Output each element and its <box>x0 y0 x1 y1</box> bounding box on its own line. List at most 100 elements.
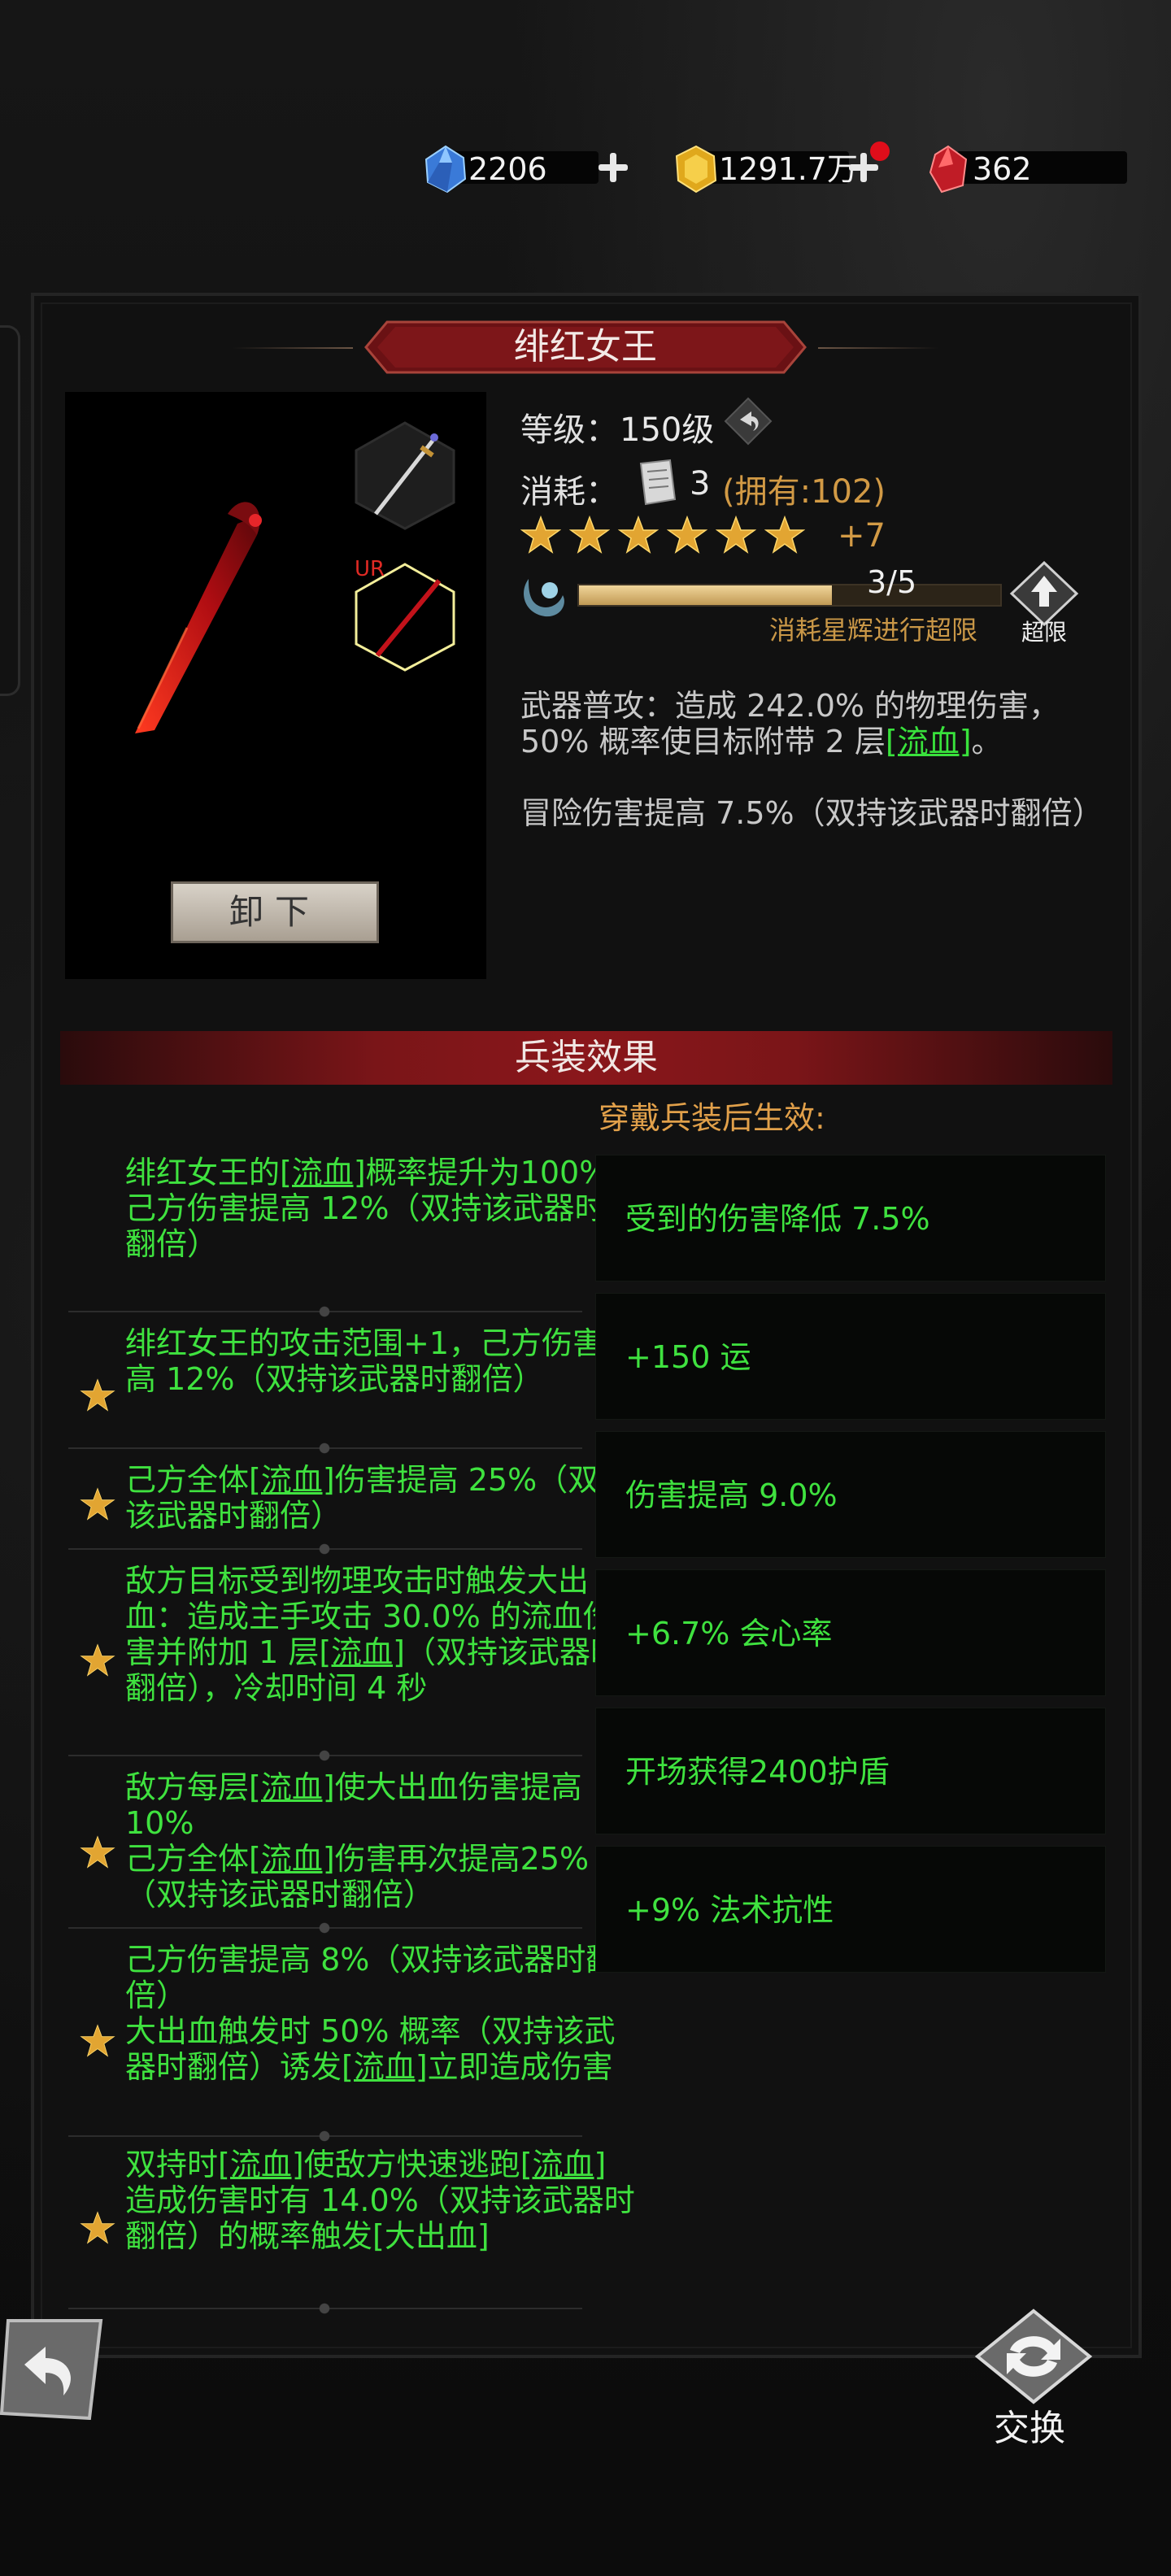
cost-owned: (拥有:102) <box>722 473 886 511</box>
effect-bonus-box: 伤害提高 9.0% <box>595 1431 1106 1558</box>
effect-text: 双持时[流血]使敌方快速逃跑[流血]造成伤害时有 14.0%（双持该武器时翻倍）… <box>125 2147 636 2254</box>
bleed-link[interactable]: [流血] <box>520 2147 607 2182</box>
star-bonus: +7 <box>838 517 886 555</box>
overlimit-progress-bar <box>577 584 1002 607</box>
star-icon <box>618 516 659 554</box>
effect-line: 绯红女王的攻击范围+1，己方伤害提高 12%（双持该武器时翻倍） <box>125 1325 635 1397</box>
unequip-button[interactable]: 卸下 <box>171 881 379 943</box>
effect-bonus-text: 受到的伤害降低 7.5% <box>625 1201 930 1237</box>
currency-red-crystal[interactable]: 362 <box>924 143 1127 194</box>
effect-bonus-text: +150 运 <box>625 1339 751 1375</box>
star-icon <box>80 1487 115 1521</box>
effects-banner: 兵装效果 <box>60 1031 1112 1085</box>
effects-title: 兵装效果 <box>515 1037 658 1078</box>
effect-bonus-box: 开场获得2400护盾 <box>595 1708 1106 1834</box>
effect-bonus-text: +9% 法术抗性 <box>625 1892 834 1928</box>
effect-line: 绯红女王的[流血]概率提升为100% <box>125 1155 609 1190</box>
star-icon <box>667 516 707 554</box>
effect-bonus-box: +150 运 <box>595 1293 1106 1420</box>
cost-count: 3 <box>690 465 711 503</box>
attack-description: 武器普攻：造成 242.0% 的物理伤害， 50% 概率使目标附带 2 层[流血… <box>520 688 1106 759</box>
back-button[interactable] <box>0 2314 106 2420</box>
attack-desc-line-2: 50% 概率使目标附带 2 层[流血]。 <box>520 724 1106 759</box>
gold-coin-icon <box>675 145 717 194</box>
bleed-link[interactable]: [流血] <box>249 1462 335 1498</box>
effect-bonus-box: +9% 法术抗性 <box>595 1846 1106 1973</box>
bleed-link[interactable]: [流血] <box>249 1769 335 1805</box>
swap-icon[interactable] <box>973 2308 1095 2405</box>
effects-subtitle: 穿戴兵装后生效: <box>599 1100 825 1136</box>
currency-diamond[interactable]: 2206 <box>420 143 655 194</box>
title-banner: 绯红女王 <box>363 319 808 376</box>
effect-bonus-text: 开场获得2400护盾 <box>625 1754 890 1790</box>
effect-item: 己方伤害提高 8%（双持该武器时翻倍） 大出血触发时 50% 概率（双持该武器时翻… <box>65 1942 616 2121</box>
effect-text: 己方全体[流血]伤害提高 25%（双持该武器时翻倍） <box>125 1462 636 1534</box>
effect-line: 敌方每层[流血]使大出血伤害提高10% <box>125 1769 582 1841</box>
bleed-link[interactable]: [流血] <box>342 2049 428 2085</box>
effect-bonus-text: +6.7% 会心率 <box>625 1616 833 1651</box>
star-icon <box>716 516 756 554</box>
slot-main-weapon[interactable]: UR <box>348 551 462 673</box>
overlimit-label[interactable]: 超限 <box>1021 615 1067 647</box>
attack-desc-end: 。 <box>971 724 1003 759</box>
effect-text: 敌方每层[流血]使大出血伤害提高10% 己方全体[流血]伤害再次提高25%（双持该… <box>125 1769 636 1912</box>
notification-dot <box>870 141 890 161</box>
bleed-link[interactable]: [流血] <box>319 1634 405 1670</box>
star-icon <box>80 1643 115 1677</box>
scroll-material-icon <box>639 459 677 506</box>
weapon-title: 绯红女王 <box>514 326 657 368</box>
effect-line: 己方伤害提高 12%（双持该武器时翻倍） <box>125 1190 606 1262</box>
star-icon <box>80 1835 115 1869</box>
effect-divider <box>68 1922 582 1934</box>
effect-bonus-text: 伤害提高 9.0% <box>625 1477 838 1513</box>
effect-text: 敌方目标受到物理攻击时触发大出血：造成主手攻击 30.0% 的流血伤害并附加 1… <box>125 1563 636 1706</box>
add-diamond-button[interactable] <box>597 151 629 184</box>
star-icon <box>520 516 561 554</box>
level-value: 150级 <box>620 411 715 449</box>
effect-item: 敌方每层[流血]使大出血伤害提高10% 己方全体[流血]伤害再次提高25%（双持该… <box>65 1769 589 1919</box>
effect-item: 双持时[流血]使敌方快速逃跑[流血]造成伤害时有 14.0%（双持该武器时翻倍）… <box>65 2147 635 2295</box>
effect-item: 绯红女王的[流血]概率提升为100% 己方伤害提高 12%（双持该武器时翻倍） <box>65 1155 608 1306</box>
effect-divider <box>68 2130 582 2142</box>
progress-fill <box>579 585 832 605</box>
diamond-count: 2206 <box>468 151 547 187</box>
ur-badge: UR <box>355 557 385 581</box>
red-crystal-icon <box>929 145 968 194</box>
star-rating <box>520 516 805 555</box>
star-icon <box>80 2024 115 2057</box>
level-reset-icon[interactable] <box>724 397 773 446</box>
effect-line: 双持时[流血]使敌方快速逃跑[流血]造成伤害时有 14.0%（双持该武器时翻倍）… <box>125 2147 635 2254</box>
red-crystal-count: 362 <box>973 151 1032 187</box>
slot-secondary-weapon[interactable] <box>348 418 462 532</box>
effect-divider <box>68 2303 582 2314</box>
star-icon <box>569 516 610 554</box>
effect-item: 绯红女王的攻击范围+1，己方伤害提高 12%（双持该武器时翻倍） <box>65 1325 634 1447</box>
effect-text: 绯红女王的[流血]概率提升为100% 己方伤害提高 12%（双持该武器时翻倍） <box>125 1155 636 1262</box>
effect-bonus-box: 受到的伤害降低 7.5% <box>595 1155 1106 1281</box>
progress-hint: 消耗星辉进行超限 <box>769 615 978 646</box>
effect-divider <box>68 1306 582 1317</box>
adventure-description: 冒险伤害提高 7.5%（双持该武器时翻倍） <box>520 795 1104 831</box>
bleed-link[interactable]: [流血] <box>886 724 972 759</box>
bleed-link[interactable]: [流血] <box>280 1155 366 1190</box>
effect-text: 绯红女王的攻击范围+1，己方伤害提高 12%（双持该武器时翻倍） <box>125 1325 636 1397</box>
progress-text: 3/5 <box>867 564 917 600</box>
cost-label: 消耗： <box>520 473 618 511</box>
attack-desc-line-1: 武器普攻：造成 242.0% 的物理伤害， <box>520 688 1060 724</box>
currency-gold[interactable]: 1291.7万 <box>670 141 914 194</box>
effect-bonus-box: +6.7% 会心率 <box>595 1569 1106 1696</box>
title-divider-left <box>233 347 353 349</box>
effect-text: 己方伤害提高 8%（双持该武器时翻倍） 大出血触发时 50% 概率（双持该武器时翻… <box>125 1942 636 2085</box>
star-icon <box>80 2211 115 2244</box>
attack-desc-text: 50% 概率使目标附带 2 层 <box>520 724 886 759</box>
level-label: 等级： <box>520 411 618 449</box>
weapon-image-frame: UR 卸下 <box>65 392 486 979</box>
effect-divider <box>68 1750 582 1761</box>
side-tab[interactable] <box>0 325 20 696</box>
star-icon <box>80 1378 115 1412</box>
star-glow-icon <box>524 579 564 617</box>
bleed-link[interactable]: [流血] <box>218 2147 304 2182</box>
title-divider-right <box>818 347 938 349</box>
swap-label[interactable]: 交换 <box>994 2399 1065 2451</box>
bleed-link[interactable]: [流血] <box>249 1841 335 1877</box>
